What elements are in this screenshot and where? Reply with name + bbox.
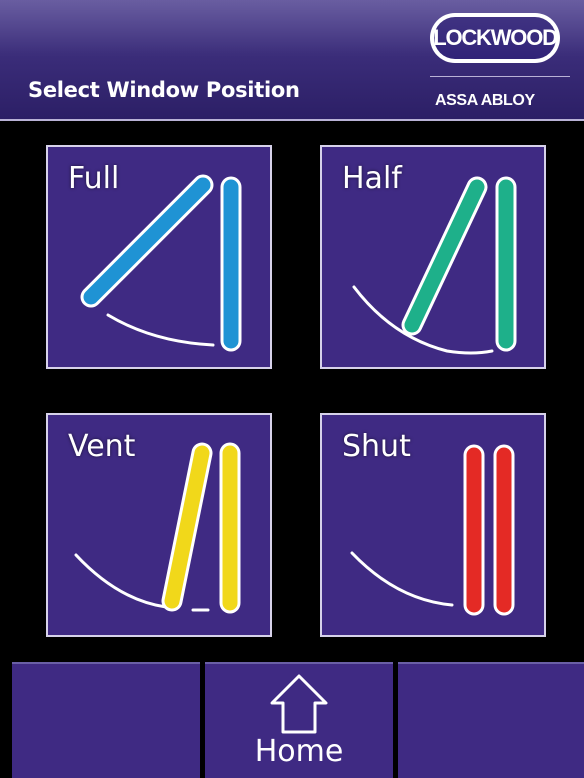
- sash-open: [83, 177, 211, 305]
- full-position-button[interactable]: Full: [46, 145, 272, 369]
- shut-position-button[interactable]: Shut: [320, 413, 546, 637]
- home-label: Home: [254, 734, 344, 769]
- shut-label: Shut: [342, 429, 411, 464]
- sash-open: [404, 179, 485, 333]
- vent-position-button[interactable]: Vent: [46, 413, 272, 637]
- right-blank-button[interactable]: [398, 662, 584, 778]
- logo-divider: [430, 76, 570, 77]
- page-title: Select Window Position: [28, 78, 300, 102]
- home-button[interactable]: Home: [205, 662, 393, 778]
- lockwood-logo: LOCKWOOD: [430, 13, 560, 63]
- half-label: Half: [342, 161, 402, 196]
- half-position-button[interactable]: Half: [320, 145, 546, 369]
- logo-text: LOCKWOOD: [433, 25, 558, 50]
- vent-label: Vent: [68, 429, 136, 464]
- home-icon: [270, 674, 328, 734]
- brand-label: ASSA ABLOY: [435, 92, 535, 109]
- full-label: Full: [68, 161, 120, 196]
- header: Select Window Position LOCKWOOD ASSA ABL…: [0, 0, 584, 121]
- left-blank-button[interactable]: [12, 662, 200, 778]
